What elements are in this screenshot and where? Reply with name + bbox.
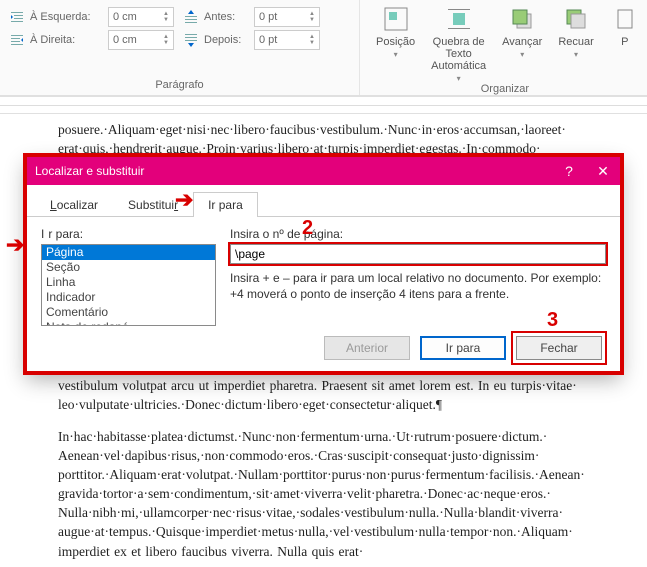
indent-right-label: À Direita: [30,34,102,46]
spinner-arrows-icon[interactable]: ▲▼ [309,34,315,46]
doc-line: vestibulum volutpat arcu ut imperdiet ph… [58,376,619,395]
ribbon: À Esquerda: 0 cm▲▼ À Direita: 0 cm▲▼ Ant [0,0,647,96]
spinner-arrows-icon[interactable]: ▲▼ [309,11,315,23]
dialog-title: Localizar e substituir [35,164,144,178]
doc-line: leo·vulputate·ultricies.·Donec·dictum·li… [58,395,619,414]
list-item[interactable]: Comentário [42,305,215,320]
annotation-arrow-1: ➔ [175,187,193,213]
position-button[interactable]: Posição ▾ [370,4,421,59]
doc-line: Aenean·vel·dapibus·risus,·non·commodo·er… [58,446,619,465]
indent-left-icon [10,10,24,24]
indent-left-value[interactable]: 0 cm▲▼ [108,7,174,27]
doc-line: Nulla·nibh·mi,·ullamcorper·nec·risus·vit… [58,503,619,522]
space-after-value[interactable]: 0 pt▲▼ [254,30,320,50]
doc-line: imperdiet ex et libero faucibus viverra.… [58,542,619,561]
dialog-buttons: Anterior Ir para Fechar [27,326,620,372]
tab-goto[interactable]: Ir para [193,192,258,217]
page-number-input[interactable] [230,244,606,264]
list-item[interactable]: Página [42,245,215,260]
bring-forward-button[interactable]: Avançar ▾ [496,4,548,59]
goto-help-text: Insira + e – para ir para um local relat… [230,270,606,302]
position-icon [381,4,411,34]
selection-pane-icon [610,4,640,34]
chevron-down-icon: ▾ [457,74,461,83]
prev-button: Anterior [324,336,410,360]
space-after-icon [184,33,198,47]
annotation-number-3: 3 [547,309,558,332]
ribbon-group-paragraph: À Esquerda: 0 cm▲▼ À Direita: 0 cm▲▼ Ant [0,0,360,95]
list-item[interactable]: Linha [42,275,215,290]
indent-right-icon [10,33,24,47]
goto-list-label: Ir para: [41,227,216,241]
spinner-arrows-icon[interactable]: ▲▼ [163,34,169,46]
wrap-text-button[interactable]: Quebra de Texto Automática ▾ [425,4,492,83]
space-before-value[interactable]: 0 pt▲▼ [254,7,320,27]
list-item[interactable]: Seção [42,260,215,275]
dialog-titlebar[interactable]: Localizar e substituir ? ✕ [27,157,620,185]
goto-listbox[interactable]: Página Seção Linha Indicador Comentário … [41,244,216,326]
space-before-icon [184,10,198,24]
space-after-field[interactable]: Depois: 0 pt▲▼ [184,30,320,50]
annotation-arrow-list: ➔ [6,232,24,258]
selection-pane-button[interactable]: P [604,4,640,48]
close-button[interactable]: Fechar [516,336,602,360]
spinner-arrows-icon[interactable]: ▲▼ [163,11,169,23]
list-item[interactable]: Nota de rodapé [42,320,215,326]
page-number-label: Insira o nº de página: [230,227,606,241]
doc-line: porttitor.·Aliquam·erat·volutpat.·Nullam… [58,465,619,484]
dialog-tabs: Localizar Substituir Ir para [27,191,620,217]
horizontal-ruler[interactable] [0,96,647,114]
chevron-down-icon: ▾ [394,50,398,59]
indent-right-field[interactable]: À Direita: 0 cm▲▼ [10,30,174,50]
bring-forward-icon [507,4,537,34]
list-item[interactable]: Indicador [42,290,215,305]
goto-button[interactable]: Ir para [420,336,506,360]
tab-find[interactable]: Localizar [35,192,113,217]
find-replace-dialog: Localizar e substituir ? ✕ Localizar Sub… [26,156,621,372]
doc-line: In·hac·habitasse·platea·dictumst.·Nunc·n… [58,427,619,446]
send-backward-icon [561,4,591,34]
group-label-paragraph: Parágrafo [10,79,349,93]
doc-line: augue·at·tempus.·Quisque·imperdiet·metus… [58,522,619,541]
doc-line: posuere.·Aliquam·eget·nisi·nec·libero·fa… [58,120,619,139]
indent-right-value[interactable]: 0 cm▲▼ [108,30,174,50]
space-after-label: Depois: [204,34,248,46]
send-backward-button[interactable]: Recuar ▾ [552,4,599,59]
close-icon[interactable]: ✕ [594,162,612,180]
help-icon[interactable]: ? [560,162,578,180]
doc-line: gravida·tortor·a·sem·condimentum,·sit·am… [58,484,619,503]
indent-left-field[interactable]: À Esquerda: 0 cm▲▼ [10,7,174,27]
indent-left-label: À Esquerda: [30,11,102,23]
group-label-arrange: Organizar [370,83,640,97]
chevron-down-icon: ▾ [520,50,524,59]
chevron-down-icon: ▾ [574,50,578,59]
wrap-text-icon [444,4,474,34]
space-before-label: Antes: [204,11,248,23]
space-before-field[interactable]: Antes: 0 pt▲▼ [184,7,320,27]
ribbon-group-arrange: Posição ▾ Quebra de Texto Automática ▾ A… [360,0,647,95]
annotation-number-2: 2 [302,217,313,240]
